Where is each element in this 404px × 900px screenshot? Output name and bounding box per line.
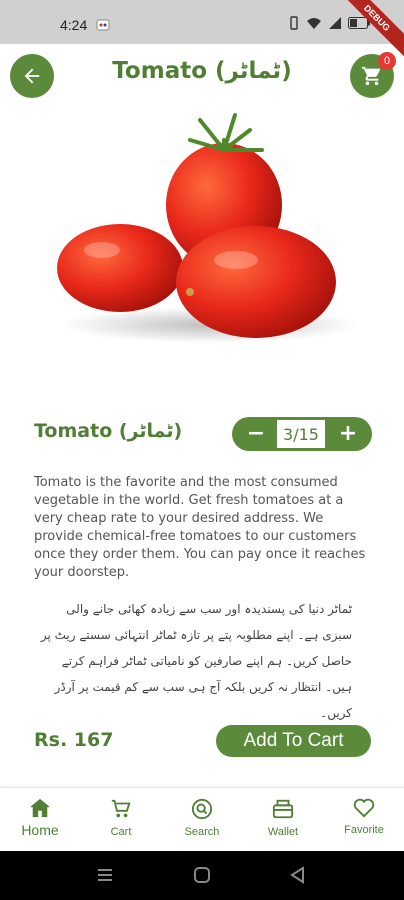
quantity-stepper: − 3/15 +: [232, 417, 372, 451]
back-system-icon[interactable]: [289, 866, 307, 884]
status-bar: 4:24 DEBUG: [0, 0, 404, 63]
add-to-cart-button[interactable]: Add To Cart: [216, 725, 371, 757]
description-english: Tomato is the favorite and the most cons…: [34, 475, 366, 580]
home-system-icon[interactable]: [193, 866, 211, 884]
quantity-decrease-button[interactable]: −: [236, 417, 276, 451]
app-header: Tomato (ٹماٹر) 0: [0, 52, 404, 98]
nav-item-favorite[interactable]: Favorite: [329, 798, 399, 836]
nav-label-cart: Cart: [110, 826, 132, 838]
header-cart-button[interactable]: 0: [350, 52, 396, 98]
app-notification-icon: [96, 19, 110, 31]
search-icon: [191, 798, 213, 820]
signal-icon: [329, 17, 341, 29]
heart-icon: [353, 798, 375, 818]
recents-icon[interactable]: [96, 866, 114, 884]
home-icon: [30, 798, 50, 818]
shopping-cart-icon: [361, 66, 381, 86]
page-title: Tomato (ٹماٹر): [112, 58, 292, 84]
status-time: 4:24: [60, 17, 88, 33]
nav-item-home[interactable]: Home: [5, 798, 75, 838]
wifi-icon: [307, 18, 321, 29]
quantity-value: 3/15: [276, 419, 326, 449]
cart-count-badge: 0: [378, 52, 396, 70]
bottom-nav: Home Cart Search Wallet Favorite: [0, 787, 404, 851]
nav-item-cart[interactable]: Cart: [86, 798, 156, 838]
nav-label-favorite: Favorite: [344, 824, 384, 836]
system-nav-bar: [0, 851, 404, 900]
vibrate-icon: [290, 16, 298, 30]
product-image: [57, 113, 360, 343]
status-icons: [288, 16, 370, 30]
quantity-increase-button[interactable]: +: [328, 417, 368, 451]
nav-label-search: Search: [184, 826, 220, 838]
wallet-icon: [272, 799, 294, 819]
description-urdu: ٹماٹر دنیا کی پسندیدہ اور سب سے زیادہ کھ…: [40, 602, 352, 720]
nav-label-home: Home: [21, 822, 59, 838]
product-price: Rs. 167: [34, 729, 114, 751]
nav-item-search[interactable]: Search: [167, 798, 237, 838]
product-name: Tomato (ٹماٹر): [34, 420, 183, 442]
nav-label-wallet: Wallet: [267, 826, 299, 838]
cart-icon: [111, 799, 131, 818]
nav-item-wallet[interactable]: Wallet: [248, 798, 318, 838]
